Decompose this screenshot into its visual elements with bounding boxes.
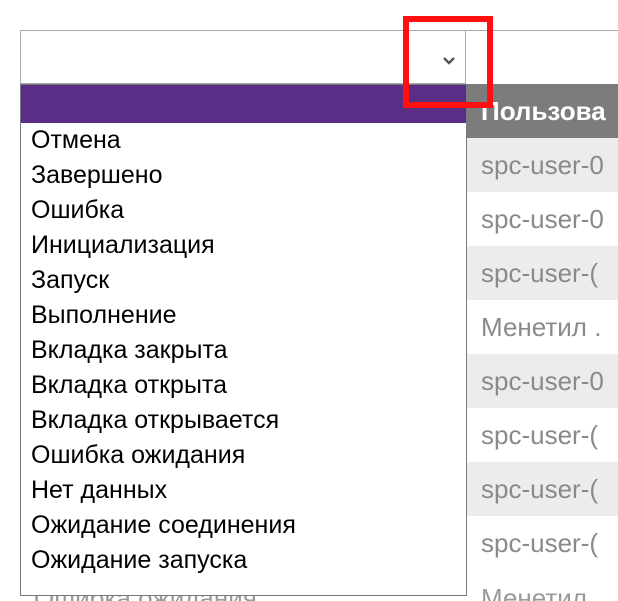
dropdown-option[interactable]: Вкладка открывается [21,403,466,438]
dropdown-option[interactable]: Завершено [21,158,466,193]
table-row[interactable]: spc-user-0 [467,192,618,246]
dropdown-option[interactable]: Выполнение [21,298,466,333]
highlight-box [403,16,493,108]
table-row[interactable]: spc-user-0 [467,138,618,192]
dropdown-option[interactable]: Ожидание запуска [21,543,466,578]
status-filter-select[interactable] [20,30,466,84]
table-row[interactable]: spc-user-( [467,408,618,462]
dropdown-option[interactable]: Отмена [21,123,466,158]
dropdown-option[interactable]: Вкладка открыта [21,368,466,403]
status-dropdown-list[interactable]: Отмена Завершено Ошибка Инициализация За… [20,84,467,596]
table-row[interactable]: spc-user-( [467,462,618,516]
table-row[interactable]: Менетил . [467,300,618,354]
table-row[interactable]: spc-user-0 [467,354,618,408]
table-row[interactable]: spc-user-( [467,246,618,300]
dropdown-option[interactable]: Нет данных [21,473,466,508]
dropdown-option[interactable]: Ошибка ожидания [21,438,466,473]
dropdown-option[interactable]: Вкладка закрыта [21,333,466,368]
dropdown-option[interactable]: Запуск [21,263,466,298]
dropdown-option[interactable]: Ошибка [21,193,466,228]
dropdown-option[interactable]: Ожидание соединения [21,508,466,543]
dropdown-option[interactable]: Инициализация [21,228,466,263]
table-row[interactable]: spc-user-( [467,516,618,570]
screen: Пользова spc-user-0 spc-user-0 spc-user-… [0,0,618,601]
partial-row-user: Менетил [481,583,587,601]
selected-empty-option[interactable] [21,85,466,123]
